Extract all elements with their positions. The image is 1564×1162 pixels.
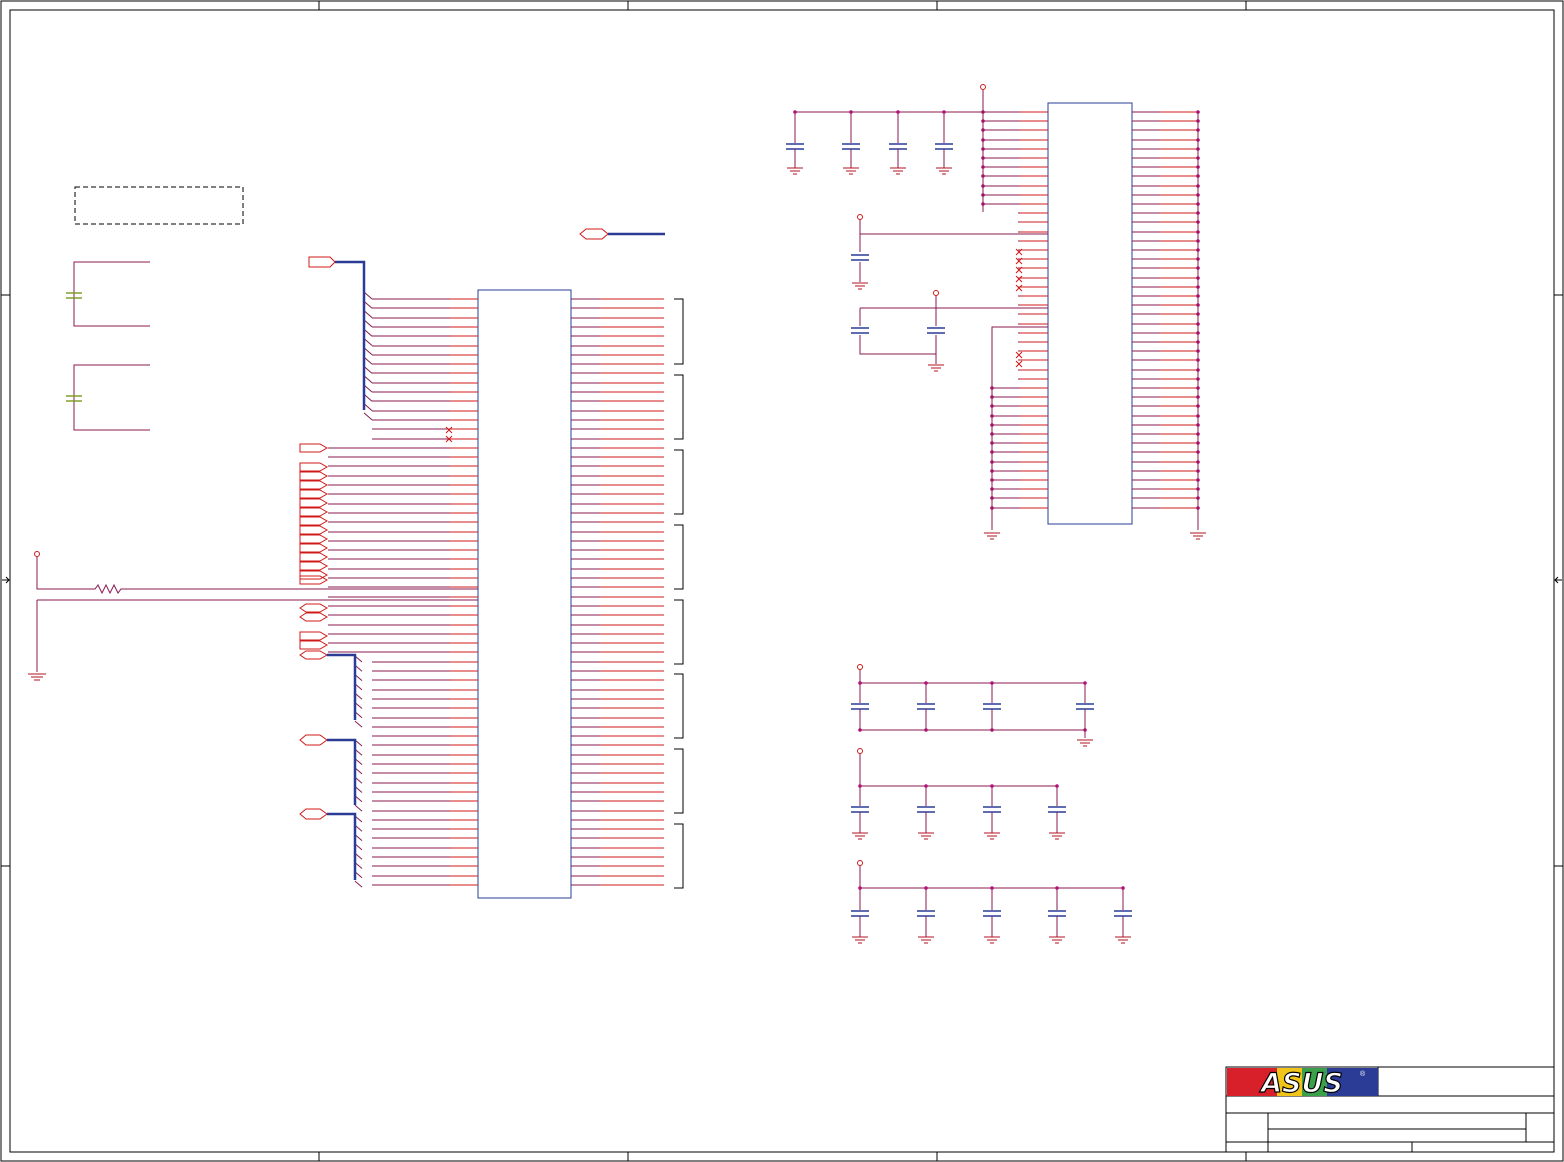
junction-dot bbox=[924, 886, 928, 890]
net-port bbox=[299, 489, 329, 499]
address-bus bbox=[308, 256, 366, 410]
drawing-frame bbox=[0, 0, 1564, 1162]
schematic-sheet: ASUS ® bbox=[0, 0, 1564, 1162]
net-port bbox=[299, 612, 329, 622]
offsheet-port-top bbox=[579, 228, 665, 240]
junction-dot bbox=[1083, 681, 1087, 685]
asus-logo: ASUS ® bbox=[1227, 1067, 1378, 1100]
title-block: ASUS ® bbox=[1225, 1066, 1555, 1153]
bus-group-bracket bbox=[674, 748, 684, 814]
no-connect-mark bbox=[1015, 275, 1023, 283]
bus-entry bbox=[354, 720, 363, 728]
bus-group-bracket bbox=[674, 449, 684, 515]
junction-dot bbox=[849, 110, 853, 114]
bypass-cap-pair-left bbox=[66, 261, 150, 431]
asus-logo-text: ASUS bbox=[1259, 1068, 1343, 1099]
no-connect-mark bbox=[1015, 360, 1023, 368]
bus-group-bracket bbox=[674, 673, 684, 739]
no-connect-mark bbox=[1015, 351, 1023, 359]
net-port bbox=[299, 543, 329, 553]
power-source bbox=[857, 748, 863, 754]
junction-dot bbox=[990, 681, 994, 685]
net-port bbox=[299, 525, 329, 535]
main-ic-left bbox=[477, 289, 572, 899]
junction-dot bbox=[942, 110, 946, 114]
junction-dot bbox=[1055, 784, 1059, 788]
junction-dot bbox=[990, 886, 994, 890]
registered-mark: ® bbox=[1360, 1070, 1366, 1078]
input-port-stack bbox=[299, 443, 329, 660]
cap-bank-rail bbox=[859, 670, 1086, 738]
decoupling-cap-banks bbox=[851, 664, 1132, 944]
junction-dot bbox=[858, 886, 862, 890]
note-box bbox=[74, 186, 244, 225]
junction-dot bbox=[924, 681, 928, 685]
junction-dot bbox=[924, 784, 928, 788]
bus-group-bracket bbox=[674, 374, 684, 440]
net-port bbox=[299, 552, 329, 562]
net-port bbox=[299, 462, 329, 472]
net-port bbox=[299, 603, 329, 613]
net-port bbox=[299, 471, 329, 481]
net-port bbox=[299, 507, 329, 517]
junction-dot bbox=[793, 110, 797, 114]
junction-dot bbox=[990, 784, 994, 788]
junction-dot bbox=[896, 110, 900, 114]
no-connect-mark bbox=[1015, 284, 1023, 292]
bus-entry bbox=[354, 880, 363, 888]
net-port bbox=[299, 516, 329, 526]
junction-dot bbox=[858, 681, 862, 685]
net-port bbox=[299, 498, 329, 508]
connector-ic-right bbox=[1047, 102, 1133, 525]
pullup-resistor-network bbox=[28, 551, 478, 681]
net-port bbox=[299, 640, 329, 650]
net-port bbox=[299, 631, 329, 641]
net-port bbox=[299, 443, 329, 453]
net-port bbox=[299, 575, 329, 585]
net-port bbox=[299, 534, 329, 544]
bus-entry bbox=[354, 804, 363, 812]
bus-entry bbox=[363, 412, 373, 421]
power-source bbox=[857, 664, 863, 670]
bus-group-bracket bbox=[674, 599, 684, 665]
bus-group-bracket bbox=[674, 823, 684, 889]
data-bus-lower bbox=[299, 653, 357, 880]
net-port bbox=[299, 650, 329, 660]
power-rail-top bbox=[794, 84, 986, 140]
cap-bank-rail bbox=[859, 866, 1123, 889]
decoupling-caps-top bbox=[786, 110, 953, 175]
junction-dot bbox=[858, 784, 862, 788]
net-port bbox=[299, 561, 329, 571]
bus-group-bracket bbox=[674, 524, 684, 590]
no-connect-mark bbox=[445, 426, 453, 434]
junction-dot bbox=[1121, 886, 1125, 890]
net-port bbox=[299, 480, 329, 490]
junction-dot bbox=[1055, 886, 1059, 890]
power-source bbox=[857, 860, 863, 866]
output-group-brackets bbox=[674, 298, 684, 889]
cap-bank-rail bbox=[859, 754, 1057, 787]
bus-group-bracket bbox=[674, 298, 684, 365]
